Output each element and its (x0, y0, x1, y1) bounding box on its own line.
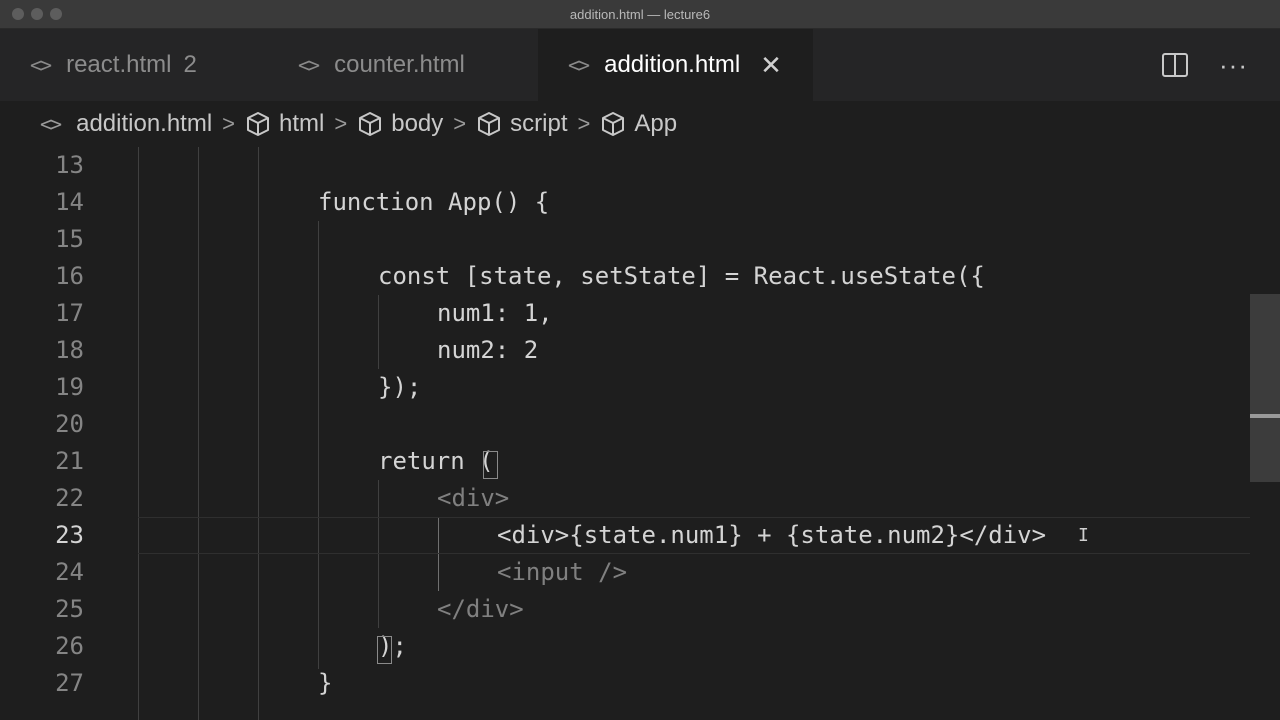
line-number: 20 (55, 410, 84, 438)
code-text: <div>{state.num1} + {state.num2}</div> (497, 521, 1047, 549)
code-line: 27 } (0, 665, 1250, 702)
tab-label: counter.html (334, 51, 465, 78)
code-line: 17 num1: 1, (0, 295, 1250, 332)
line-number: 15 (55, 225, 84, 253)
code-line: 22 <div> (0, 480, 1250, 517)
close-tab-icon[interactable]: ✕ (760, 50, 782, 81)
code-line: 25 </div> (0, 591, 1250, 628)
code-file-icon: <> (30, 53, 52, 77)
chevron-right-icon: > (334, 111, 348, 136)
more-actions-icon[interactable]: ··· (1219, 50, 1248, 81)
breadcrumb-item-script[interactable]: script (476, 110, 567, 138)
code-text: <input /> (497, 558, 628, 586)
chevron-right-icon: > (453, 111, 467, 136)
code-file-icon: <> (298, 53, 320, 77)
breadcrumb-label: script (510, 110, 568, 137)
scrollbar-thumb[interactable] (1250, 294, 1280, 482)
breadcrumb-item-file[interactable]: <> addition.html (40, 110, 212, 138)
line-number: 17 (55, 299, 84, 327)
text-cursor-icon: I (1078, 525, 1089, 546)
code-file-icon: <> (40, 112, 62, 136)
cursor-position-marker (1250, 414, 1280, 418)
code-text: num2: 2 (437, 336, 539, 364)
line-number: 25 (55, 595, 84, 623)
code-line: 14 function App() { (0, 184, 1250, 221)
code-line: 19 }); (0, 369, 1250, 406)
breadcrumb-label: App (634, 110, 678, 137)
code-text: }); (378, 373, 422, 401)
code-line: 13 (0, 147, 1250, 184)
code-line: 16 const [state, setState] = React.useSt… (0, 258, 1250, 295)
editor-actions: ··· (1161, 29, 1280, 101)
code-text: function App() { (318, 188, 550, 216)
symbol-cube-icon (600, 111, 626, 137)
code-line: 18 num2: 2 (0, 332, 1250, 369)
tab-counter-html[interactable]: <> counter.html (268, 29, 536, 101)
line-number: 26 (55, 632, 84, 660)
chevron-right-icon: > (222, 111, 236, 136)
title-bar: addition.html — lecture6 (0, 0, 1280, 29)
line-number: 22 (55, 484, 84, 512)
breadcrumb: <> addition.html > html > body > script … (0, 101, 1280, 147)
line-number: 24 (55, 558, 84, 586)
line-number: 13 (55, 151, 84, 179)
code-line: 20 (0, 406, 1250, 443)
breadcrumb-label: addition.html (76, 110, 213, 137)
line-number: 27 (55, 669, 84, 697)
breadcrumb-item-html[interactable]: html (245, 110, 324, 138)
symbol-cube-icon (357, 111, 383, 137)
code-line-current: 23 <div>{state.num1} + {state.num2}</div… (0, 517, 1250, 554)
code-file-icon: <> (568, 53, 590, 77)
code-text: num1: 1, (437, 299, 553, 327)
line-number: 16 (55, 262, 84, 290)
bracket-match-highlight (377, 636, 392, 664)
breadcrumb-item-app[interactable]: App (600, 110, 677, 138)
code-text: const [state, setState] = React.useState… (378, 262, 985, 290)
symbol-cube-icon (245, 111, 271, 137)
tab-addition-html[interactable]: <> addition.html ✕ (538, 29, 813, 101)
line-number: 19 (55, 373, 84, 401)
code-text: <div> (437, 484, 510, 512)
code-line: 26 ); (0, 628, 1250, 665)
chevron-right-icon: > (577, 111, 591, 136)
line-number: 21 (55, 447, 84, 475)
code-editor[interactable]: 13 14 function App() { 15 16 const [stat… (0, 147, 1280, 720)
code-text: } (318, 669, 333, 697)
line-number: 23 (55, 521, 84, 549)
breadcrumb-label: html (279, 110, 325, 137)
code-line: 21 return ( (0, 443, 1250, 480)
tab-react-html[interactable]: <> react.html 2 (0, 29, 268, 101)
symbol-cube-icon (476, 111, 502, 137)
breadcrumb-label: body (391, 110, 444, 137)
code-text: return ( (378, 447, 494, 475)
tab-label: react.html (66, 51, 172, 78)
bracket-match-highlight (483, 451, 498, 479)
line-number: 14 (55, 188, 84, 216)
split-editor-icon[interactable] (1161, 51, 1189, 79)
window-title: addition.html — lecture6 (569, 7, 711, 22)
code-line: 15 (0, 221, 1250, 258)
tab-bar: <> react.html 2 <> counter.html <> addit… (0, 29, 1280, 101)
breadcrumb-item-body[interactable]: body (357, 110, 443, 138)
code-text: </div> (437, 595, 524, 623)
line-number: 18 (55, 336, 84, 364)
tab-label: addition.html (604, 51, 741, 78)
problem-count-badge: 2 (183, 51, 197, 78)
code-line: 24 <input /> (0, 554, 1250, 591)
